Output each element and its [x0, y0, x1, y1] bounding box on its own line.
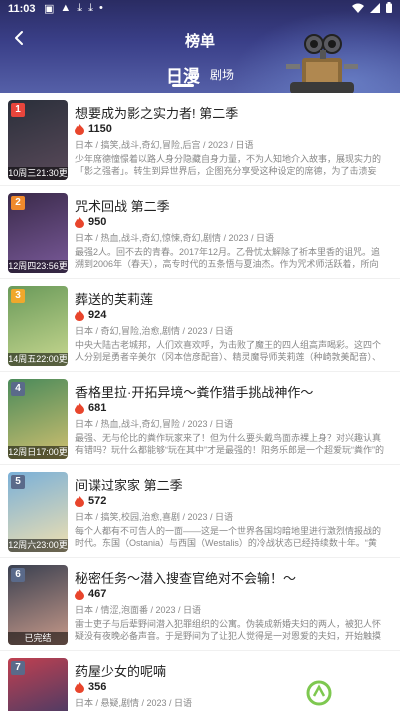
rank-badge: 6	[11, 568, 25, 582]
episode-status: 10周三21:30更	[8, 167, 68, 180]
notification-icons: ▣ ▲ ⤓ ⤓ •	[44, 2, 103, 15]
anime-tags: 日本 / 奇幻,冒险,治愈,剧情 / 2023 / 日语	[75, 326, 234, 336]
page-title: 榜单	[184, 33, 215, 50]
episode-status: 12周六23:00更	[8, 539, 68, 552]
list-item[interactable]: 4 12周日17:00更 香格里拉·开拓异境～粪作猎手挑战神作～ 681 日本 …	[0, 372, 400, 465]
system-icons	[352, 2, 392, 13]
tab-bar: 日漫 剧场	[0, 62, 400, 87]
episode-status: 14周五22:00更	[8, 353, 68, 366]
rank-badge: 5	[11, 475, 25, 489]
heat-score: 356	[75, 681, 106, 693]
tab-theater[interactable]: 剧场	[210, 66, 234, 83]
cover-image[interactable]: 2 12周四23:56更	[8, 193, 68, 273]
anime-tags: 日本 / 悬疑,剧情 / 2023 / 日语	[75, 698, 193, 708]
anime-description: 中央大陆古老城邦，人们欢喜欢呼，为击败了魔王的四人组高声喝彩。这四个人分别是勇者…	[75, 340, 382, 362]
anime-title[interactable]: 香格里拉·开拓异境～粪作猎手挑战神作～	[75, 382, 313, 401]
top-header: 11:03 ▣ ▲ ⤓ ⤓ • 榜单 日漫 剧场	[0, 0, 400, 93]
heat-value: 1150	[88, 123, 112, 135]
flame-icon	[75, 495, 84, 507]
watermark-logo	[306, 680, 332, 706]
anime-description: 最强2人。回不去的青春。2017年12月。乙骨忧太解除了祈本里香的诅咒。追溯到2…	[75, 247, 381, 269]
heat-value: 467	[88, 588, 107, 600]
cover-image[interactable]: 5 12周六23:00更	[8, 472, 68, 552]
anime-title[interactable]: 咒术回战 第二季	[75, 196, 170, 215]
heat-score: 572	[75, 495, 106, 507]
anime-description: 雷士吏子与后辈野间潜入犯罪组织的公寓。伪装成新婚夫妇的两人，被犯人怀疑没有夜晚必…	[75, 619, 382, 641]
anime-tags: 日本 / 热血,战斗,奇幻,惊悚,奇幻,剧情 / 2023 / 日语	[75, 233, 275, 243]
image-icon: ▣	[44, 3, 55, 15]
warning-icon: ▲	[60, 2, 72, 14]
rank-badge: 7	[11, 661, 25, 675]
download-icon: ⤓	[77, 2, 83, 14]
list-item[interactable]: 2 12周四23:56更 咒术回战 第二季 950 日本 / 热血,战斗,奇幻,…	[0, 186, 400, 279]
anime-tags: 日本 / 搞笑,校园,治愈,喜剧 / 2023 / 日语	[75, 512, 234, 522]
anime-title[interactable]: 间谍过家家 第二季	[75, 475, 183, 494]
cover-image[interactable]: 3 14周五22:00更	[8, 286, 68, 366]
dot-icon: •	[99, 2, 103, 14]
cover-image[interactable]: 4 12周日17:00更	[8, 379, 68, 459]
list-item[interactable]: 3 14周五22:00更 葬送的芙莉莲 924 日本 / 奇幻,冒险,治愈,剧情…	[0, 279, 400, 372]
flame-icon	[75, 588, 84, 600]
battery-icon	[386, 2, 392, 13]
episode-status: 12周四23:56更	[8, 260, 68, 273]
anime-title[interactable]: 想要成为影之实力者! 第二季	[75, 103, 238, 122]
flame-icon	[75, 402, 84, 414]
signal-icon	[370, 2, 380, 13]
list-item[interactable]: 5 12周六23:00更 间谍过家家 第二季 572 日本 / 搞笑,校园,治愈…	[0, 465, 400, 558]
heat-score: 950	[75, 216, 106, 228]
cover-image[interactable]: 6 已完结	[8, 565, 68, 645]
rank-badge: 2	[11, 196, 25, 210]
heat-value: 356	[88, 681, 107, 693]
rank-badge: 1	[11, 103, 25, 117]
flame-icon	[75, 216, 84, 228]
anime-title[interactable]: 葬送的芙莉莲	[75, 289, 153, 308]
episode-status: 12周日17:00更	[8, 446, 68, 459]
heat-score: 681	[75, 402, 106, 414]
anime-description: 少年席德憧憬着以路人身分隐藏自身力量，不为人知地介入故事，展现实力的「影之强者」…	[75, 154, 382, 176]
cover-image[interactable]: 7	[8, 658, 68, 711]
tab-active-indicator	[172, 84, 194, 87]
list-item[interactable]: 6 已完结 秘密任务～潜入搜查官绝对不会输！～ 467 日本 / 情涩,泡面番 …	[0, 558, 400, 651]
anime-description: 每个人都有不可告人的一面——这是一个世界各国均暗地里进行激烈情报战的时代。东国（…	[75, 526, 382, 548]
download-icon: ⤓	[88, 2, 94, 14]
episode-status: 已完结	[8, 632, 68, 645]
heat-value: 572	[88, 495, 107, 507]
cover-image[interactable]: 1 10周三21:30更	[8, 100, 68, 180]
flame-icon	[75, 681, 84, 693]
heat-value: 924	[88, 309, 107, 321]
heat-score: 467	[75, 588, 106, 600]
anime-tags: 日本 / 情涩,泡面番 / 2023 / 日语	[75, 605, 202, 615]
anime-title[interactable]: 药屋少女的呢喃	[75, 661, 166, 680]
wifi-icon	[352, 3, 364, 13]
heat-value: 681	[88, 402, 107, 414]
heat-score: 1150	[75, 123, 112, 135]
heat-value: 950	[88, 216, 107, 228]
rank-badge: 3	[11, 289, 25, 303]
flame-icon	[75, 309, 84, 321]
ranking-list: 1 10周三21:30更 想要成为影之实力者! 第二季 1150 日本 / 搞笑…	[0, 93, 400, 711]
status-bar: 11:03 ▣ ▲ ⤓ ⤓ •	[0, 0, 400, 18]
flame-icon	[75, 123, 84, 135]
anime-description: 最强、无与伦比的粪作玩家来了！但为什么要头戴鸟面赤裸上身？对兴趣认真有错吗？玩什…	[75, 433, 384, 455]
list-item[interactable]: 1 10周三21:30更 想要成为影之实力者! 第二季 1150 日本 / 搞笑…	[0, 93, 400, 186]
anime-tags: 日本 / 热血,战斗,奇幻,冒险 / 2023 / 日语	[75, 419, 234, 429]
status-time: 11:03	[8, 3, 36, 15]
anime-tags: 日本 / 搞笑,战斗,奇幻,冒险,后宫 / 2023 / 日语	[75, 140, 254, 150]
heat-score: 924	[75, 309, 106, 321]
rank-badge: 4	[11, 382, 25, 396]
anime-title[interactable]: 秘密任务～潜入搜查官绝对不会输！～	[75, 568, 296, 587]
